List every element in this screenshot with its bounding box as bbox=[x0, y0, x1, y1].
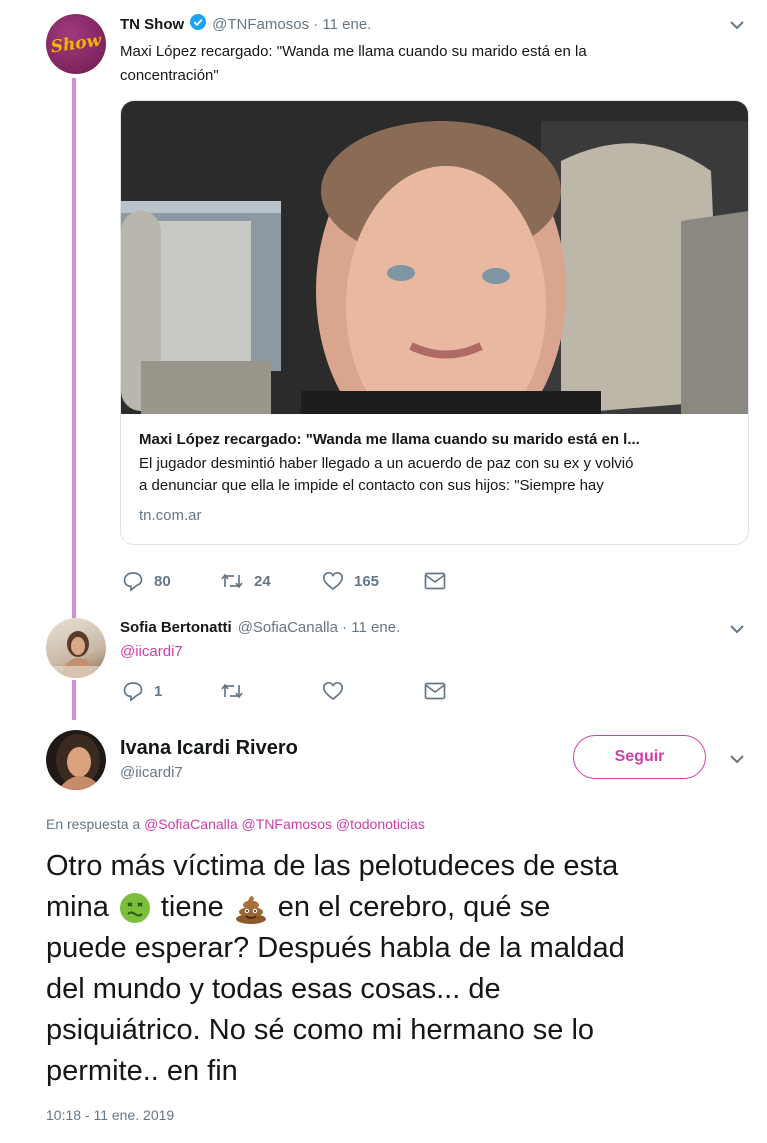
like-button[interactable] bbox=[322, 681, 424, 701]
tweet3-line2-part1: mina bbox=[46, 891, 109, 923]
tweet1-text: Maxi López recargado: "Wanda me llama cu… bbox=[120, 40, 740, 88]
reply-icon bbox=[123, 682, 143, 702]
reply-context-mentions[interactable]: @SofiaCanalla @TNFamosos @todonoticias bbox=[144, 816, 425, 832]
link-card[interactable]: Maxi López recargado: "Wanda me llama cu… bbox=[120, 100, 749, 545]
tweet2-actions: 1 bbox=[122, 680, 446, 702]
mention-link[interactable]: @iicardi7 bbox=[120, 643, 183, 660]
author-handle-time[interactable]: @TNFamosos · 11 ene. bbox=[212, 16, 371, 33]
retweet-count: 24 bbox=[254, 572, 271, 590]
direct-message-button[interactable] bbox=[424, 572, 446, 590]
avatar-ivana[interactable] bbox=[46, 730, 106, 790]
thread-line-2 bbox=[72, 680, 76, 720]
reply-context-prefix: En respuesta a bbox=[46, 816, 141, 832]
follow-button[interactable]: Seguir bbox=[573, 735, 706, 779]
envelope-icon bbox=[424, 572, 446, 590]
verified-badge-icon bbox=[190, 14, 207, 34]
avatar-logo-text: Show bbox=[49, 30, 103, 58]
reply-context: En respuesta a @SofiaCanalla @TNFamosos … bbox=[46, 816, 425, 832]
avatar-photo bbox=[56, 734, 102, 790]
avatar-tnshow[interactable]: Show bbox=[46, 14, 106, 74]
retweet-button[interactable] bbox=[220, 681, 322, 701]
card-image bbox=[121, 101, 748, 414]
tweet1-text-line2: concentración" bbox=[120, 67, 219, 84]
card-title: Maxi López recargado: "Wanda me llama cu… bbox=[139, 431, 640, 448]
tweet3-line2-part2: tiene bbox=[160, 891, 224, 923]
author-handle[interactable]: @iicardi7 bbox=[120, 764, 183, 781]
envelope-icon bbox=[424, 682, 446, 700]
tweet3-line1: Otro más víctima de las pelotudeces de e… bbox=[46, 850, 619, 882]
thread-line-1 bbox=[72, 78, 76, 618]
reply-count: 80 bbox=[154, 572, 171, 590]
card-body: Maxi López recargado: "Wanda me llama cu… bbox=[139, 431, 739, 524]
like-button[interactable]: 165 bbox=[322, 571, 424, 591]
tweet3-text: Otro más víctima de las pelotudeces de e… bbox=[46, 846, 746, 1092]
reply-button[interactable]: 1 bbox=[122, 680, 220, 702]
tweet3-line2: mina tiene en el cerebro, qué se bbox=[46, 887, 746, 928]
card-domain: tn.com.ar bbox=[139, 507, 202, 524]
author-name[interactable]: Ivana Icardi Rivero bbox=[120, 737, 298, 760]
chevron-down-icon[interactable] bbox=[728, 16, 746, 34]
tweet1-text-line1: Maxi López recargado: "Wanda me llama cu… bbox=[120, 43, 587, 60]
retweet-icon bbox=[221, 573, 243, 589]
heart-icon bbox=[322, 571, 344, 591]
heart-icon bbox=[322, 681, 344, 701]
nauseated-face-emoji-icon bbox=[119, 892, 150, 923]
tweet3-line2-part3: en el cerebro, qué se bbox=[277, 891, 551, 923]
chevron-down-icon[interactable] bbox=[728, 750, 746, 768]
tweet1-header: TN Show @TNFamosos · 11 ene. bbox=[120, 14, 371, 34]
retweet-icon bbox=[221, 683, 243, 699]
retweet-button[interactable]: 24 bbox=[220, 571, 322, 591]
tweet3-line6: permite.. en fin bbox=[46, 1055, 238, 1087]
tweet3-line3: puede esperar? Después habla de la malda… bbox=[46, 932, 625, 964]
tweet1-actions: 80 24 165 bbox=[122, 570, 446, 592]
like-count: 165 bbox=[354, 572, 380, 590]
tweet3-line4: del mundo y todas esas cosas... de bbox=[46, 973, 501, 1005]
tweet3-line5: psiquiátrico. No sé como mi hermano se l… bbox=[46, 1014, 595, 1046]
reply-button[interactable]: 80 bbox=[122, 570, 220, 592]
tweet-timestamp[interactable]: 10:18 - 11 ene. 2019 bbox=[46, 1107, 174, 1123]
avatar-sofia[interactable] bbox=[46, 618, 106, 678]
card-description-line2: a denunciar que ella le impide el contac… bbox=[139, 477, 604, 494]
card-description-line1: El jugador desmintió haber llegado a un … bbox=[139, 455, 634, 472]
poop-emoji-icon bbox=[235, 895, 266, 924]
direct-message-button[interactable] bbox=[424, 682, 446, 700]
reply-count: 1 bbox=[154, 682, 163, 700]
author-handle-time[interactable]: @SofiaCanalla · 11 ene. bbox=[238, 619, 401, 636]
chevron-down-icon[interactable] bbox=[728, 620, 746, 638]
reply-icon bbox=[123, 572, 143, 592]
author-name[interactable]: TN Show bbox=[120, 16, 184, 33]
tweet2-header: Sofia Bertonatti @SofiaCanalla · 11 ene. bbox=[120, 619, 400, 636]
avatar-photo bbox=[46, 631, 106, 678]
author-name[interactable]: Sofia Bertonatti bbox=[120, 619, 232, 636]
